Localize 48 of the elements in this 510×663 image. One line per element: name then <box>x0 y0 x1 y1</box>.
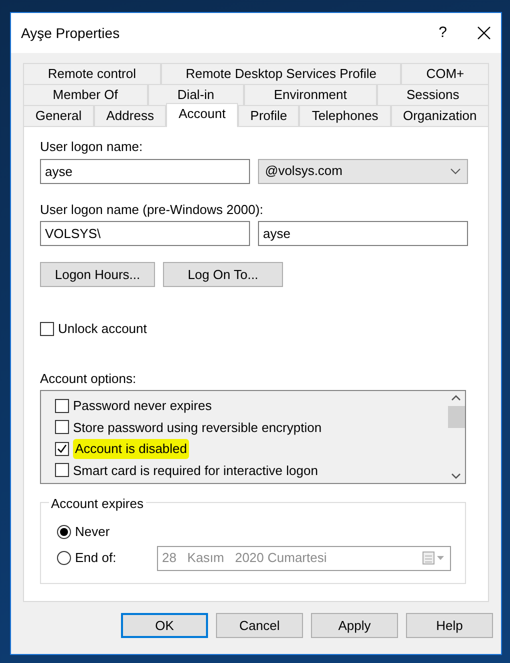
checkbox[interactable] <box>55 442 69 456</box>
scroll-down-icon[interactable] <box>451 473 461 480</box>
domain-dropdown[interactable]: @volsys.com <box>258 158 468 184</box>
tab[interactable]: Member Of <box>23 84 148 105</box>
checkbox[interactable] <box>55 398 69 413</box>
logon-name-field[interactable]: ayse <box>258 221 468 246</box>
scrollbar-thumb[interactable] <box>448 406 464 428</box>
tab[interactable]: Account <box>166 103 238 127</box>
radio-button[interactable] <box>57 551 71 565</box>
checkbox[interactable] <box>40 322 54 336</box>
option-label: Store password using reversible encryption <box>73 418 322 437</box>
radio-label: End of: <box>75 549 116 568</box>
logon-name-field[interactable]: ayse <box>40 158 250 184</box>
tab[interactable]: COM+ <box>401 63 489 84</box>
dialog-button[interactable]: Logon Hours... <box>40 262 155 287</box>
checkbox[interactable] <box>55 420 69 434</box>
radio-label: Never <box>75 523 110 542</box>
dialog-button[interactable]: Help <box>406 613 493 638</box>
calendar-icon <box>422 551 446 565</box>
tab[interactable]: Address <box>94 105 166 126</box>
tab[interactable]: Organization <box>390 105 490 126</box>
help-button[interactable]: ? <box>438 22 447 44</box>
dialog-button[interactable]: Log On To... <box>163 262 283 287</box>
checkbox-label: Unlock account <box>58 320 147 338</box>
dialog-button[interactable]: Apply <box>311 613 398 638</box>
tab[interactable]: Profile <box>238 105 300 126</box>
option-label: Account is disabled <box>73 439 190 458</box>
section-label: Account options: <box>40 370 138 388</box>
field-label: User logon name: <box>40 138 144 156</box>
tab[interactable]: Dial-in <box>148 84 244 105</box>
tab[interactable]: Telephones <box>299 105 391 126</box>
tab[interactable]: Remote Desktop Services Profile <box>160 63 402 84</box>
tab[interactable]: Sessions <box>376 84 490 105</box>
dialog-button[interactable]: Cancel <box>216 613 303 638</box>
tab[interactable]: Remote control <box>23 63 161 84</box>
option-label: Password never expires <box>73 397 212 415</box>
dialog-button[interactable]: OK <box>121 613 208 638</box>
caret-icon <box>450 168 461 174</box>
tab[interactable]: General <box>23 105 94 126</box>
domain-field[interactable]: VOLSYS\ <box>40 221 250 246</box>
option-label: Smart card is required for interactive logon <box>73 462 318 480</box>
tab[interactable]: Environment <box>244 84 377 105</box>
close-icon[interactable] <box>477 26 491 40</box>
field-label: User logon name (pre-Windows 2000): <box>40 200 264 219</box>
scroll-up-icon[interactable] <box>451 394 461 401</box>
window-title: Ayşe Properties <box>21 24 121 43</box>
radio-button[interactable] <box>57 525 71 539</box>
checkbox[interactable] <box>55 463 69 478</box>
